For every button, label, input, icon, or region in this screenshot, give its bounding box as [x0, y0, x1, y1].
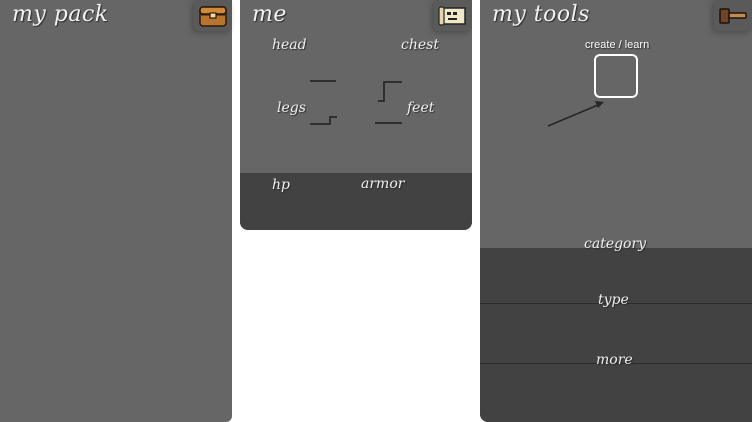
- create-arrow: [547, 101, 604, 127]
- pack-tab[interactable]: [194, 0, 232, 31]
- more-button[interactable]: more: [596, 352, 633, 368]
- me-panel: me head chest legs feet hp armor: [240, 0, 472, 230]
- tools-filter-area: category type more: [480, 236, 752, 422]
- chest-icon: [199, 5, 227, 27]
- tools-panel: my tools create / learn category type mo…: [480, 0, 752, 422]
- slot-connectors: [310, 80, 402, 125]
- category-button[interactable]: category: [584, 236, 646, 252]
- armor-label: armor: [361, 176, 405, 192]
- pack-panel: my pack: [0, 0, 232, 422]
- pack-title: my pack: [12, 2, 109, 27]
- stats-area: hp armor: [240, 173, 472, 230]
- type-button[interactable]: type: [598, 292, 629, 308]
- hp-label: hp: [272, 177, 290, 193]
